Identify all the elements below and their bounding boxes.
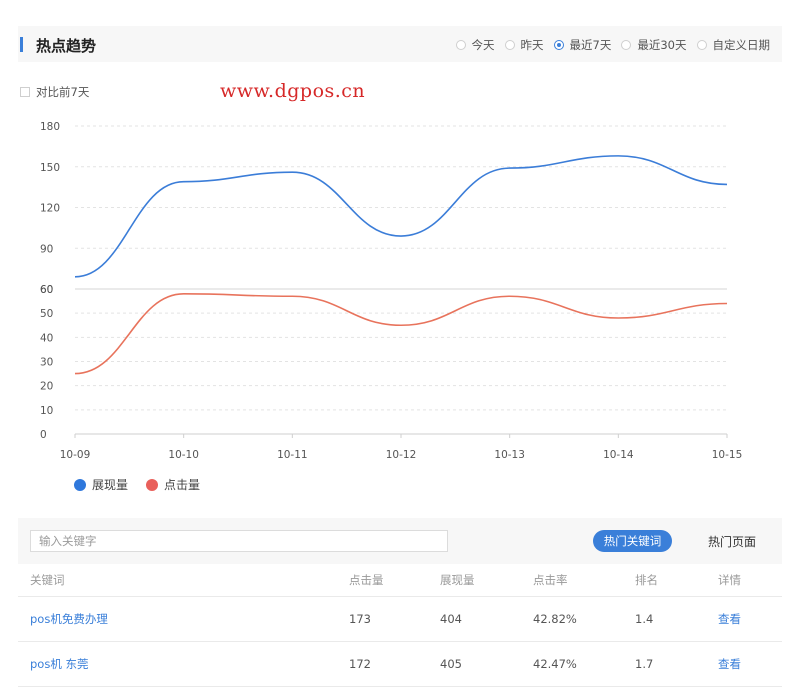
range-option-1[interactable]: 昨天	[504, 37, 544, 53]
range-option-0[interactable]: 今天	[455, 37, 495, 53]
keyword-link[interactable]: pos机 东莞	[30, 656, 88, 672]
keyword-link[interactable]: pos机免费办理	[30, 611, 108, 627]
checkbox-icon[interactable]	[20, 87, 30, 97]
cell-impressions: 405	[440, 657, 462, 671]
column-header: 点击率	[533, 573, 568, 587]
chart-legend: 展现量 点击量	[74, 476, 218, 493]
lower-axis-tick-label: 0	[40, 429, 47, 441]
upper-axis-tick-label: 120	[40, 203, 60, 215]
lower-axis-tick-label: 30	[40, 357, 53, 369]
legend-item[interactable]: 展现量	[74, 476, 128, 493]
column-header: 展现量	[440, 573, 475, 587]
legend-label: 点击量	[164, 478, 201, 492]
range-option-label: 昨天	[520, 38, 544, 52]
range-option-label: 最近7天	[569, 38, 612, 52]
tab-hot-pages[interactable]: 热门页面	[708, 530, 756, 552]
x-tick-label: 10-12	[386, 449, 417, 461]
legend-dot-icon	[146, 478, 159, 491]
upper-axis-tick-label: 180	[40, 121, 60, 133]
column-header: 关键词	[30, 573, 65, 587]
table-row: pos机免费办理 173 404 42.82% 1.4 查看	[18, 597, 782, 642]
compare-previous-7-days-checkbox[interactable]: 对比前7天	[20, 84, 89, 100]
radio-icon[interactable]	[621, 40, 632, 50]
column-header: 详情	[718, 573, 741, 587]
trend-header: 热点趋势 今天 昨天 最近7天 最近30天 自定义日期	[18, 26, 782, 62]
cell-clicks: 173	[349, 612, 371, 626]
upper-axis-tick-label: 90	[40, 243, 53, 255]
lower-axis-tick-label: 40	[40, 332, 53, 344]
lower-axis-tick-label: 50	[40, 308, 53, 320]
cell-impressions: 404	[440, 612, 462, 626]
range-option-3[interactable]: 最近30天	[621, 37, 687, 53]
legend-item[interactable]: 点击量	[146, 476, 200, 493]
keyword-table: 关键词 点击量 展现量 点击率 排名 详情 pos机免费办理 173 404 42.82% 1.4 查…	[18, 564, 782, 687]
x-tick-label: 10-13	[494, 449, 525, 461]
view-detail-link[interactable]: 查看	[718, 656, 741, 672]
upper-axis-tick-label: 150	[40, 162, 60, 174]
series-line-impressions	[74, 155, 728, 278]
x-tick-label: 10-14	[603, 449, 634, 461]
date-range-selector: 今天 昨天 最近7天 最近30天 自定义日期	[446, 37, 770, 53]
table-header-row: 关键词 点击量 展现量 点击率 排名 详情	[18, 564, 782, 597]
column-header: 点击量	[349, 573, 384, 587]
range-option-label: 今天	[471, 38, 495, 52]
trend-line-chart: 6090120150180010203040506010-09 10-10 10-1…	[40, 121, 743, 461]
legend-label: 展现量	[92, 478, 129, 492]
table-row: pos机 东莞 172 405 42.47% 1.7 查看	[18, 642, 782, 687]
radio-icon[interactable]	[504, 40, 515, 50]
compare-label: 对比前7天	[36, 85, 90, 99]
radio-icon[interactable]	[696, 40, 707, 50]
cell-clicks: 172	[349, 657, 371, 671]
page-title: 热点趋势	[36, 37, 97, 55]
x-tick-label: 10-15	[712, 449, 743, 461]
column-header: 排名	[635, 573, 658, 587]
range-option-4[interactable]: 自定义日期	[696, 37, 771, 53]
range-option-label: 自定义日期	[712, 38, 771, 52]
x-tick-label: 10-10	[168, 449, 199, 461]
cell-ctr: 42.82%	[533, 612, 577, 626]
cell-ctr: 42.47%	[533, 657, 577, 671]
range-option-label: 最近30天	[637, 38, 687, 52]
view-detail-link[interactable]: 查看	[718, 611, 741, 627]
range-option-2[interactable]: 最近7天	[553, 37, 612, 53]
cell-rank: 1.7	[635, 657, 654, 671]
legend-dot-icon	[74, 478, 86, 491]
title-accent-bar	[20, 37, 23, 52]
watermark-text: www.dgpos.cn	[220, 80, 366, 102]
lower-axis-tick-label: 10	[40, 405, 53, 417]
radio-selected-icon[interactable]	[553, 40, 564, 50]
cell-rank: 1.4	[635, 612, 654, 626]
radio-icon[interactable]	[455, 40, 466, 50]
x-tick-label: 10-09	[60, 449, 91, 461]
x-tick-label: 10-11	[277, 449, 308, 461]
tab-hot-keywords[interactable]: 热门关键词	[593, 530, 672, 552]
keyword-toolbar: 热门关键词 热门页面	[18, 518, 782, 564]
lower-axis-tick-label: 60	[40, 284, 53, 296]
lower-axis-tick-label: 20	[40, 381, 53, 393]
keyword-search-input[interactable]	[30, 530, 448, 552]
